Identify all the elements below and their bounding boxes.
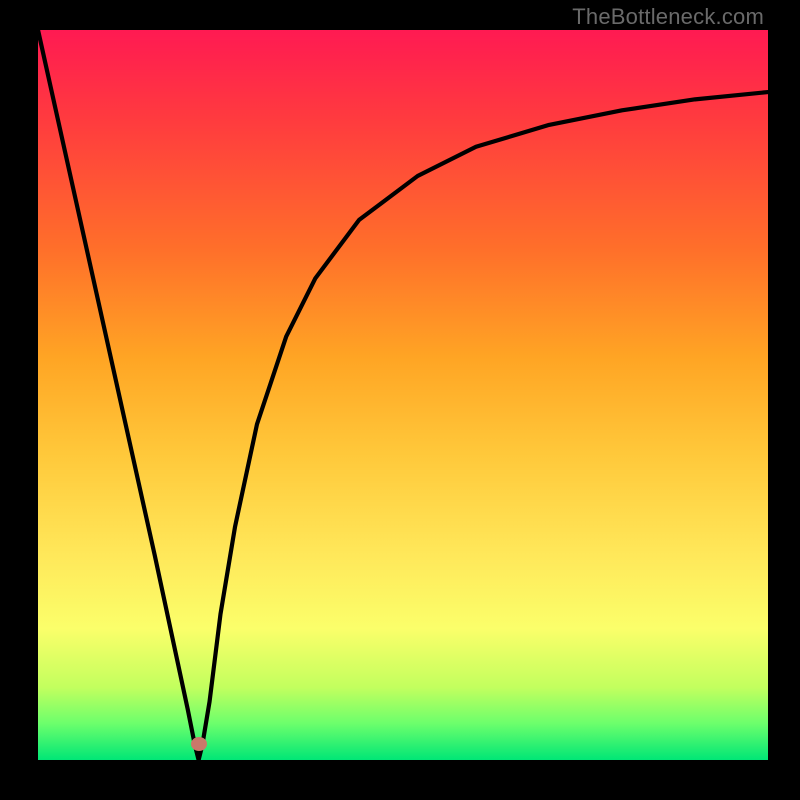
plot-area xyxy=(38,30,768,760)
watermark-text: TheBottleneck.com xyxy=(572,4,764,30)
chart-curve-svg xyxy=(38,30,768,760)
chart-container: TheBottleneck.com xyxy=(0,0,800,800)
minimum-marker xyxy=(191,737,207,751)
bottleneck-curve xyxy=(38,30,768,760)
